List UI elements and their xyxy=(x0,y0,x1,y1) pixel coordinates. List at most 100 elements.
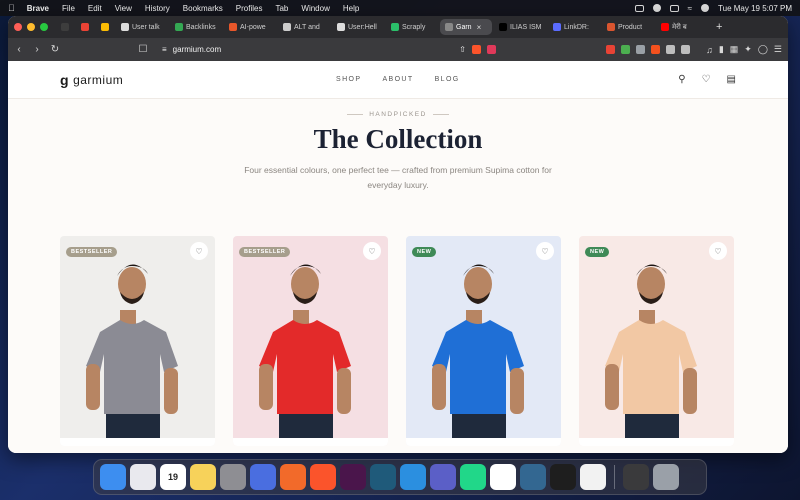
extension-icon[interactable] xyxy=(681,45,691,54)
browser-tab[interactable]: User talk xyxy=(116,19,168,35)
vpn-icon[interactable]: ◯ xyxy=(758,44,768,55)
browser-tab[interactable] xyxy=(96,19,114,35)
browser-tab[interactable]: Scraply xyxy=(386,19,438,35)
browser-tab[interactable]: मेरी ब xyxy=(656,19,708,35)
nav-shop[interactable]: SHOP xyxy=(336,76,361,83)
dock-launchpad-icon[interactable] xyxy=(130,464,156,490)
menu-tab[interactable]: Tab xyxy=(275,4,288,13)
status-icon[interactable] xyxy=(634,4,644,12)
extension-icon[interactable] xyxy=(636,45,646,54)
product-card[interactable]: NEW ♡ xyxy=(579,236,734,446)
browser-tab[interactable]: AI-powe xyxy=(224,19,276,35)
dock-chrome-icon[interactable] xyxy=(490,464,516,490)
dock-app-orange-icon[interactable] xyxy=(280,464,306,490)
back-icon[interactable]: ‹ xyxy=(14,44,24,55)
browser-tab[interactable]: ALT and xyxy=(278,19,330,35)
reload-icon[interactable]: ↻ xyxy=(50,44,60,55)
menu-bookmarks[interactable]: Bookmarks xyxy=(183,4,223,13)
share-icon[interactable]: ⇧ xyxy=(459,45,466,54)
site-logo[interactable]: g garmium xyxy=(60,72,123,88)
nav-blog[interactable]: BLOG xyxy=(435,76,460,83)
product-photo xyxy=(605,264,697,446)
extension-icon[interactable] xyxy=(651,45,661,54)
wishlist-heart-icon[interactable]: ♡ xyxy=(536,242,554,260)
extension-icon[interactable] xyxy=(621,45,631,54)
nav-about[interactable]: ABOUT xyxy=(382,76,413,83)
brave-rewards-icon[interactable] xyxy=(487,45,496,54)
tab-label: Scraply xyxy=(402,23,426,31)
product-badge: BESTSELLER xyxy=(66,247,118,257)
dock-calculator-icon[interactable] xyxy=(623,464,649,490)
browser-tab[interactable]: Product xyxy=(602,19,654,35)
dock-calendar-icon[interactable]: 19 xyxy=(160,464,186,490)
wishlist-heart-icon[interactable]: ♡ xyxy=(709,242,727,260)
clock[interactable]: Tue May 19 5:07 PM xyxy=(718,4,792,13)
menu-bar:  Brave File Edit View History Bookmarks… xyxy=(0,0,800,16)
dock-pycharm-icon[interactable] xyxy=(460,464,486,490)
menu-profiles[interactable]: Profiles xyxy=(236,4,263,13)
search-icon[interactable]: ⚲ xyxy=(678,74,685,85)
dock-brave-icon[interactable] xyxy=(310,464,336,490)
wallet-icon[interactable]: ▦ xyxy=(730,44,739,55)
new-tab-button[interactable]: + xyxy=(716,21,722,33)
product-photo xyxy=(432,264,524,446)
browser-tab[interactable]: ILIAS ISM xyxy=(494,19,546,35)
product-card[interactable]: NEW ♡ xyxy=(406,236,561,446)
dock-app-white-icon[interactable] xyxy=(580,464,606,490)
browser-tab[interactable]: Garn × xyxy=(440,19,492,35)
dock-app-blue-icon[interactable] xyxy=(250,464,276,490)
apple-icon[interactable]:  xyxy=(8,3,15,13)
menu-view[interactable]: View xyxy=(115,4,132,13)
browser-tab[interactable] xyxy=(76,19,94,35)
forward-icon[interactable]: › xyxy=(32,44,42,55)
product-card[interactable]: BESTSELLER ♡ xyxy=(60,236,215,446)
battery-icon[interactable] xyxy=(669,4,679,12)
close-tab-icon[interactable]: × xyxy=(477,23,482,32)
extension-icon[interactable] xyxy=(666,45,676,54)
dock-settings-icon[interactable] xyxy=(220,464,246,490)
minimize-window-button[interactable] xyxy=(27,23,35,31)
menu-help[interactable]: Help xyxy=(343,4,359,13)
zoom-window-button[interactable] xyxy=(40,23,48,31)
extension-icon[interactable] xyxy=(606,45,616,54)
browser-tab[interactable] xyxy=(56,19,74,35)
dock-terminal-icon[interactable] xyxy=(550,464,576,490)
wishlist-heart-icon[interactable]: ♡ xyxy=(363,242,381,260)
dock-trash-icon[interactable] xyxy=(653,464,679,490)
site-settings-icon[interactable]: ≡ xyxy=(162,45,167,54)
brave-shields-icon[interactable] xyxy=(472,45,481,54)
wifi-icon[interactable]: ≈ xyxy=(688,4,692,13)
close-window-button[interactable] xyxy=(14,23,22,31)
dock-notes-icon[interactable] xyxy=(190,464,216,490)
tab-favicon-icon xyxy=(81,23,89,31)
dock-vscode-icon[interactable] xyxy=(400,464,426,490)
media-icon[interactable]: ♫ xyxy=(706,45,713,55)
product-card[interactable]: BESTSELLER ♡ xyxy=(233,236,388,446)
bookmark-icon[interactable]: ☐ xyxy=(138,44,148,55)
cart-icon[interactable]: ▤ xyxy=(727,74,736,85)
dock-postgres-icon[interactable] xyxy=(520,464,546,490)
url-field[interactable]: ≡ garmium.com ⇧ xyxy=(156,42,496,58)
browser-window: User talk Backlinks AI-powe ALT and User:Hel… xyxy=(8,16,788,453)
wishlist-heart-icon[interactable]: ♡ xyxy=(190,242,208,260)
card-footer xyxy=(233,438,388,446)
menu-icon[interactable]: ☰ xyxy=(774,44,782,55)
leo-icon[interactable]: ✦ xyxy=(744,44,752,55)
dock-teams-icon[interactable] xyxy=(430,464,456,490)
tabs: User talk Backlinks AI-powe ALT and User:Hel… xyxy=(56,19,710,35)
status-dot-icon[interactable] xyxy=(652,4,661,12)
browser-tab[interactable]: User:Hell xyxy=(332,19,384,35)
menu-app[interactable]: Brave xyxy=(27,4,49,13)
control-center-icon[interactable] xyxy=(701,4,710,12)
dock-app-teal-icon[interactable] xyxy=(370,464,396,490)
wishlist-icon[interactable]: ♡ xyxy=(702,74,711,85)
sidebar-icon[interactable]: ▮ xyxy=(719,44,724,55)
menu-history[interactable]: History xyxy=(145,4,170,13)
browser-tab[interactable]: Backlinks xyxy=(170,19,222,35)
dock-finder-icon[interactable] xyxy=(100,464,126,490)
menu-window[interactable]: Window xyxy=(301,4,329,13)
menu-file[interactable]: File xyxy=(62,4,75,13)
menu-edit[interactable]: Edit xyxy=(88,4,102,13)
browser-tab[interactable]: LinkDR: xyxy=(548,19,600,35)
dock-slack-icon[interactable] xyxy=(340,464,366,490)
